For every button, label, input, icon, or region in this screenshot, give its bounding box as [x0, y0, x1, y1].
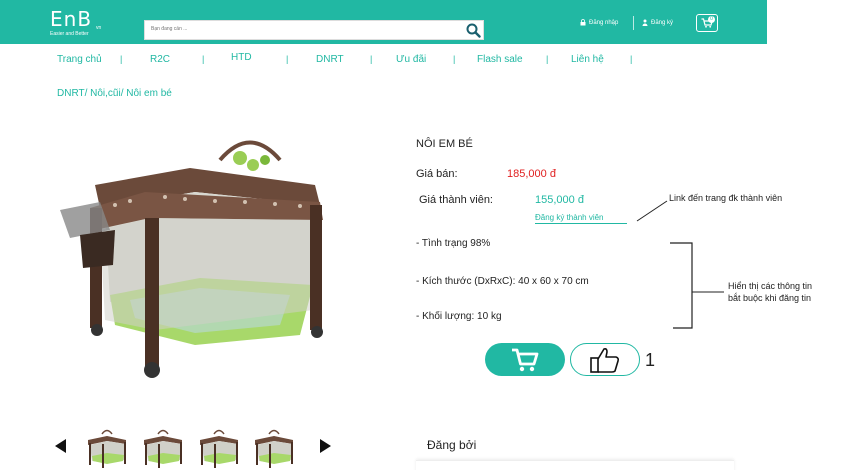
- posted-by-label: Đăng bởi: [427, 438, 477, 452]
- thumbnail[interactable]: [251, 428, 297, 470]
- add-to-cart-button[interactable]: [485, 343, 565, 376]
- like-button[interactable]: [570, 343, 640, 376]
- thumbnail[interactable]: [84, 428, 130, 470]
- annotation-info-line2: bắt buộc khi đăng tin: [728, 293, 812, 303]
- thumbs-up-icon: [590, 347, 620, 373]
- like-count: 1: [645, 350, 656, 370]
- gallery-next-arrow[interactable]: [320, 439, 331, 453]
- thumbnail[interactable]: [196, 428, 242, 470]
- gallery-prev-arrow[interactable]: [55, 439, 66, 453]
- annotation-member-link: Link đến trang đk thành viên: [669, 193, 783, 203]
- annotation-lines: [636, 200, 724, 329]
- poster-info-box: [416, 460, 734, 470]
- annotation-info-line1: Hiển thị các thông tin: [728, 281, 813, 291]
- thumbnail[interactable]: [140, 428, 186, 470]
- cart-icon: [512, 348, 539, 371]
